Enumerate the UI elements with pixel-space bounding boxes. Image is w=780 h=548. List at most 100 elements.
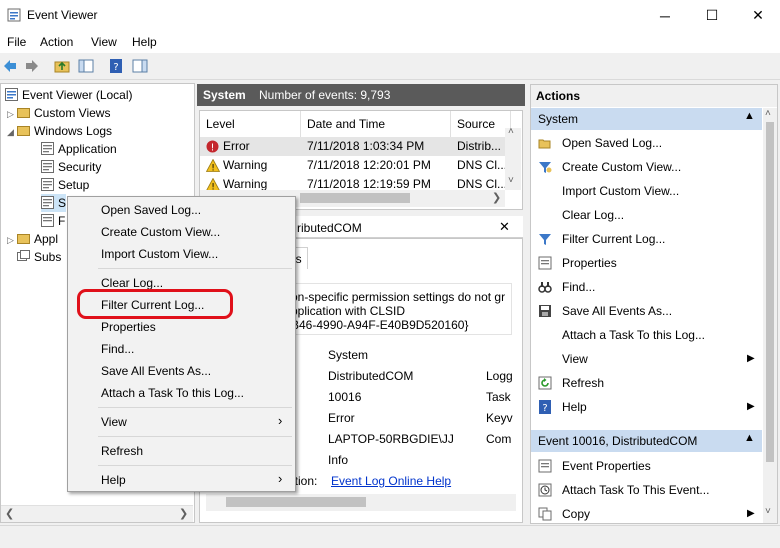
action-find[interactable]: Find... — [531, 275, 762, 299]
context-attach-task[interactable]: Attach a Task To this Log... — [101, 386, 244, 400]
error-icon: ! — [206, 140, 219, 153]
scroll-down-icon[interactable]: ˅ — [765, 506, 771, 517]
maximize-button[interactable]: ☐ — [689, 0, 735, 31]
menu-view[interactable]: View — [91, 35, 117, 49]
actions-list-system: Open Saved Log... Create Custom View... … — [531, 131, 762, 419]
folder-icon — [17, 108, 30, 118]
help-book-icon[interactable]: ? — [108, 58, 124, 74]
detail-source: DistributedCOM — [328, 369, 414, 383]
actions-vertical-scrollbar[interactable]: ˄ ˅ — [763, 108, 777, 523]
column-header-level[interactable]: Level — [200, 111, 301, 137]
detail-horizontal-scrollbar[interactable] — [206, 494, 516, 511]
action-refresh[interactable]: Refresh — [531, 371, 762, 395]
action-clear-log[interactable]: Clear Log... — [531, 203, 762, 227]
show-hide-tree-icon[interactable] — [78, 58, 94, 74]
event-message-line: B46-4990-A94F-E40B9D520160} — [291, 318, 469, 332]
actions-title: Actions — [536, 89, 581, 103]
action-label: Help — [562, 400, 587, 414]
expand-chevron-icon[interactable]: ▷ — [7, 105, 17, 123]
actions-section-system[interactable]: System ▲ — [531, 108, 762, 130]
collapse-section-icon[interactable]: ▲ — [744, 110, 755, 122]
action-open-saved-log[interactable]: Open Saved Log... — [531, 131, 762, 155]
context-save-all-events[interactable]: Save All Events As... — [101, 364, 211, 378]
scroll-left-icon[interactable]: ❮ — [5, 507, 14, 520]
tree-node-subscriptions[interactable]: Subs — [17, 248, 61, 266]
table-row[interactable]: ! Error 7/11/2018 1:03:34 PM Distrib... — [200, 137, 506, 156]
action-label: Open Saved Log... — [562, 136, 663, 150]
event-log-online-help-link[interactable]: Event Log Online Help — [331, 474, 451, 488]
minimize-button[interactable]: ─ — [642, 0, 688, 31]
help-icon: ? — [539, 400, 551, 414]
tree-node-windows-logs[interactable]: ◢ Windows Logs — [7, 122, 112, 140]
scroll-thumb[interactable] — [766, 122, 774, 462]
action-label: Attach Task To This Event... — [562, 483, 710, 497]
action-properties[interactable]: Properties — [531, 251, 762, 275]
action-label: Clear Log... — [562, 208, 625, 222]
action-event-properties[interactable]: Event Properties — [531, 454, 762, 478]
tree-node-forwarded-events[interactable]: F — [41, 212, 65, 230]
scroll-right-icon[interactable]: ❯ — [492, 191, 501, 204]
context-open-saved-log[interactable]: Open Saved Log... — [101, 203, 201, 217]
detail-computer: LAPTOP-50RBGDIE\JJ — [328, 432, 454, 446]
collapse-chevron-icon[interactable]: ◢ — [7, 123, 17, 141]
tree-label-security: Security — [58, 160, 102, 174]
forward-arrow-icon[interactable] — [24, 58, 40, 74]
event-detail-title: ributedCOM — [297, 221, 362, 235]
menu-file[interactable]: File — [7, 35, 26, 49]
detail-label-keywords: Keyv — [486, 411, 513, 425]
column-header-source[interactable]: Source — [451, 111, 511, 137]
scroll-up-icon[interactable]: ˄ — [508, 126, 514, 137]
action-import-custom-view[interactable]: Import Custom View... — [531, 179, 762, 203]
scroll-thumb[interactable] — [300, 193, 410, 203]
scroll-right-icon[interactable]: ❯ — [179, 507, 188, 520]
collapse-section-icon[interactable]: ▲ — [744, 432, 755, 444]
close-detail-icon[interactable]: ✕ — [499, 219, 510, 235]
tree-node-setup[interactable]: Setup — [41, 176, 89, 194]
action-label: Attach a Task To this Log... — [562, 328, 705, 342]
action-filter-current-log[interactable]: Filter Current Log... — [531, 227, 762, 251]
context-refresh[interactable]: Refresh — [101, 444, 143, 458]
context-help[interactable]: Help — [101, 473, 126, 487]
action-help[interactable]: ? Help ▶ — [531, 395, 762, 419]
action-view[interactable]: View ▶ — [531, 347, 762, 371]
tree-node-application[interactable]: Application — [41, 140, 117, 158]
up-folder-icon[interactable] — [54, 58, 70, 74]
context-create-custom-view[interactable]: Create Custom View... — [101, 225, 220, 239]
tree-node-applications-services[interactable]: ▷ Appl — [7, 230, 58, 248]
menu-help[interactable]: Help — [132, 35, 157, 49]
context-menu: Open Saved Log... Create Custom View... … — [67, 196, 296, 492]
event-message-line: on-specific permission settings do not g… — [291, 290, 506, 304]
tree-horizontal-scrollbar[interactable]: ❮ ❯ — [1, 505, 193, 522]
tree-node-root[interactable]: Event Viewer (Local) — [5, 86, 133, 104]
action-copy[interactable]: Copy ▶ — [531, 502, 762, 526]
action-save-all-events[interactable]: Save All Events As... — [531, 299, 762, 323]
action-attach-task-to-log[interactable]: Attach a Task To this Log... — [531, 323, 762, 347]
back-arrow-icon[interactable] — [2, 58, 18, 74]
action-label: View — [562, 352, 588, 366]
context-view[interactable]: View — [101, 415, 127, 429]
context-import-custom-view[interactable]: Import Custom View... — [101, 247, 218, 261]
actions-section-event[interactable]: Event 10016, DistributedCOM ▲ — [531, 430, 762, 452]
close-button[interactable]: ✕ — [735, 0, 780, 31]
action-label: Filter Current Log... — [562, 232, 666, 246]
table-vertical-scrollbar[interactable]: ˄ ˅ — [505, 126, 521, 190]
context-properties[interactable]: Properties — [101, 320, 156, 334]
expand-chevron-icon[interactable]: ▷ — [7, 231, 17, 249]
table-row[interactable]: ! Warning 7/11/2018 12:20:01 PM DNS Cl..… — [200, 156, 507, 175]
tree-node-custom-views[interactable]: ▷ Custom Views — [7, 104, 110, 122]
show-hide-action-pane-icon[interactable] — [132, 58, 148, 74]
tree-node-security[interactable]: Security — [41, 158, 101, 176]
tree-node-system[interactable]: S — [41, 194, 67, 212]
scroll-up-icon[interactable]: ˄ — [765, 108, 771, 119]
action-create-custom-view[interactable]: Create Custom View... — [531, 155, 762, 179]
column-header-datetime[interactable]: Date and Time — [301, 111, 451, 137]
scroll-thumb[interactable] — [226, 497, 366, 507]
menu-action[interactable]: Action — [40, 35, 73, 49]
scroll-down-icon[interactable]: ˅ — [508, 175, 514, 186]
context-find[interactable]: Find... — [101, 342, 134, 356]
actions-section-event-label: Event 10016, DistributedCOM — [538, 434, 698, 448]
properties-icon — [538, 256, 552, 270]
action-attach-task-to-event[interactable]: Attach Task To This Event... — [531, 478, 762, 502]
context-clear-log[interactable]: Clear Log... — [101, 276, 163, 290]
toolbar: ? — [0, 53, 780, 80]
